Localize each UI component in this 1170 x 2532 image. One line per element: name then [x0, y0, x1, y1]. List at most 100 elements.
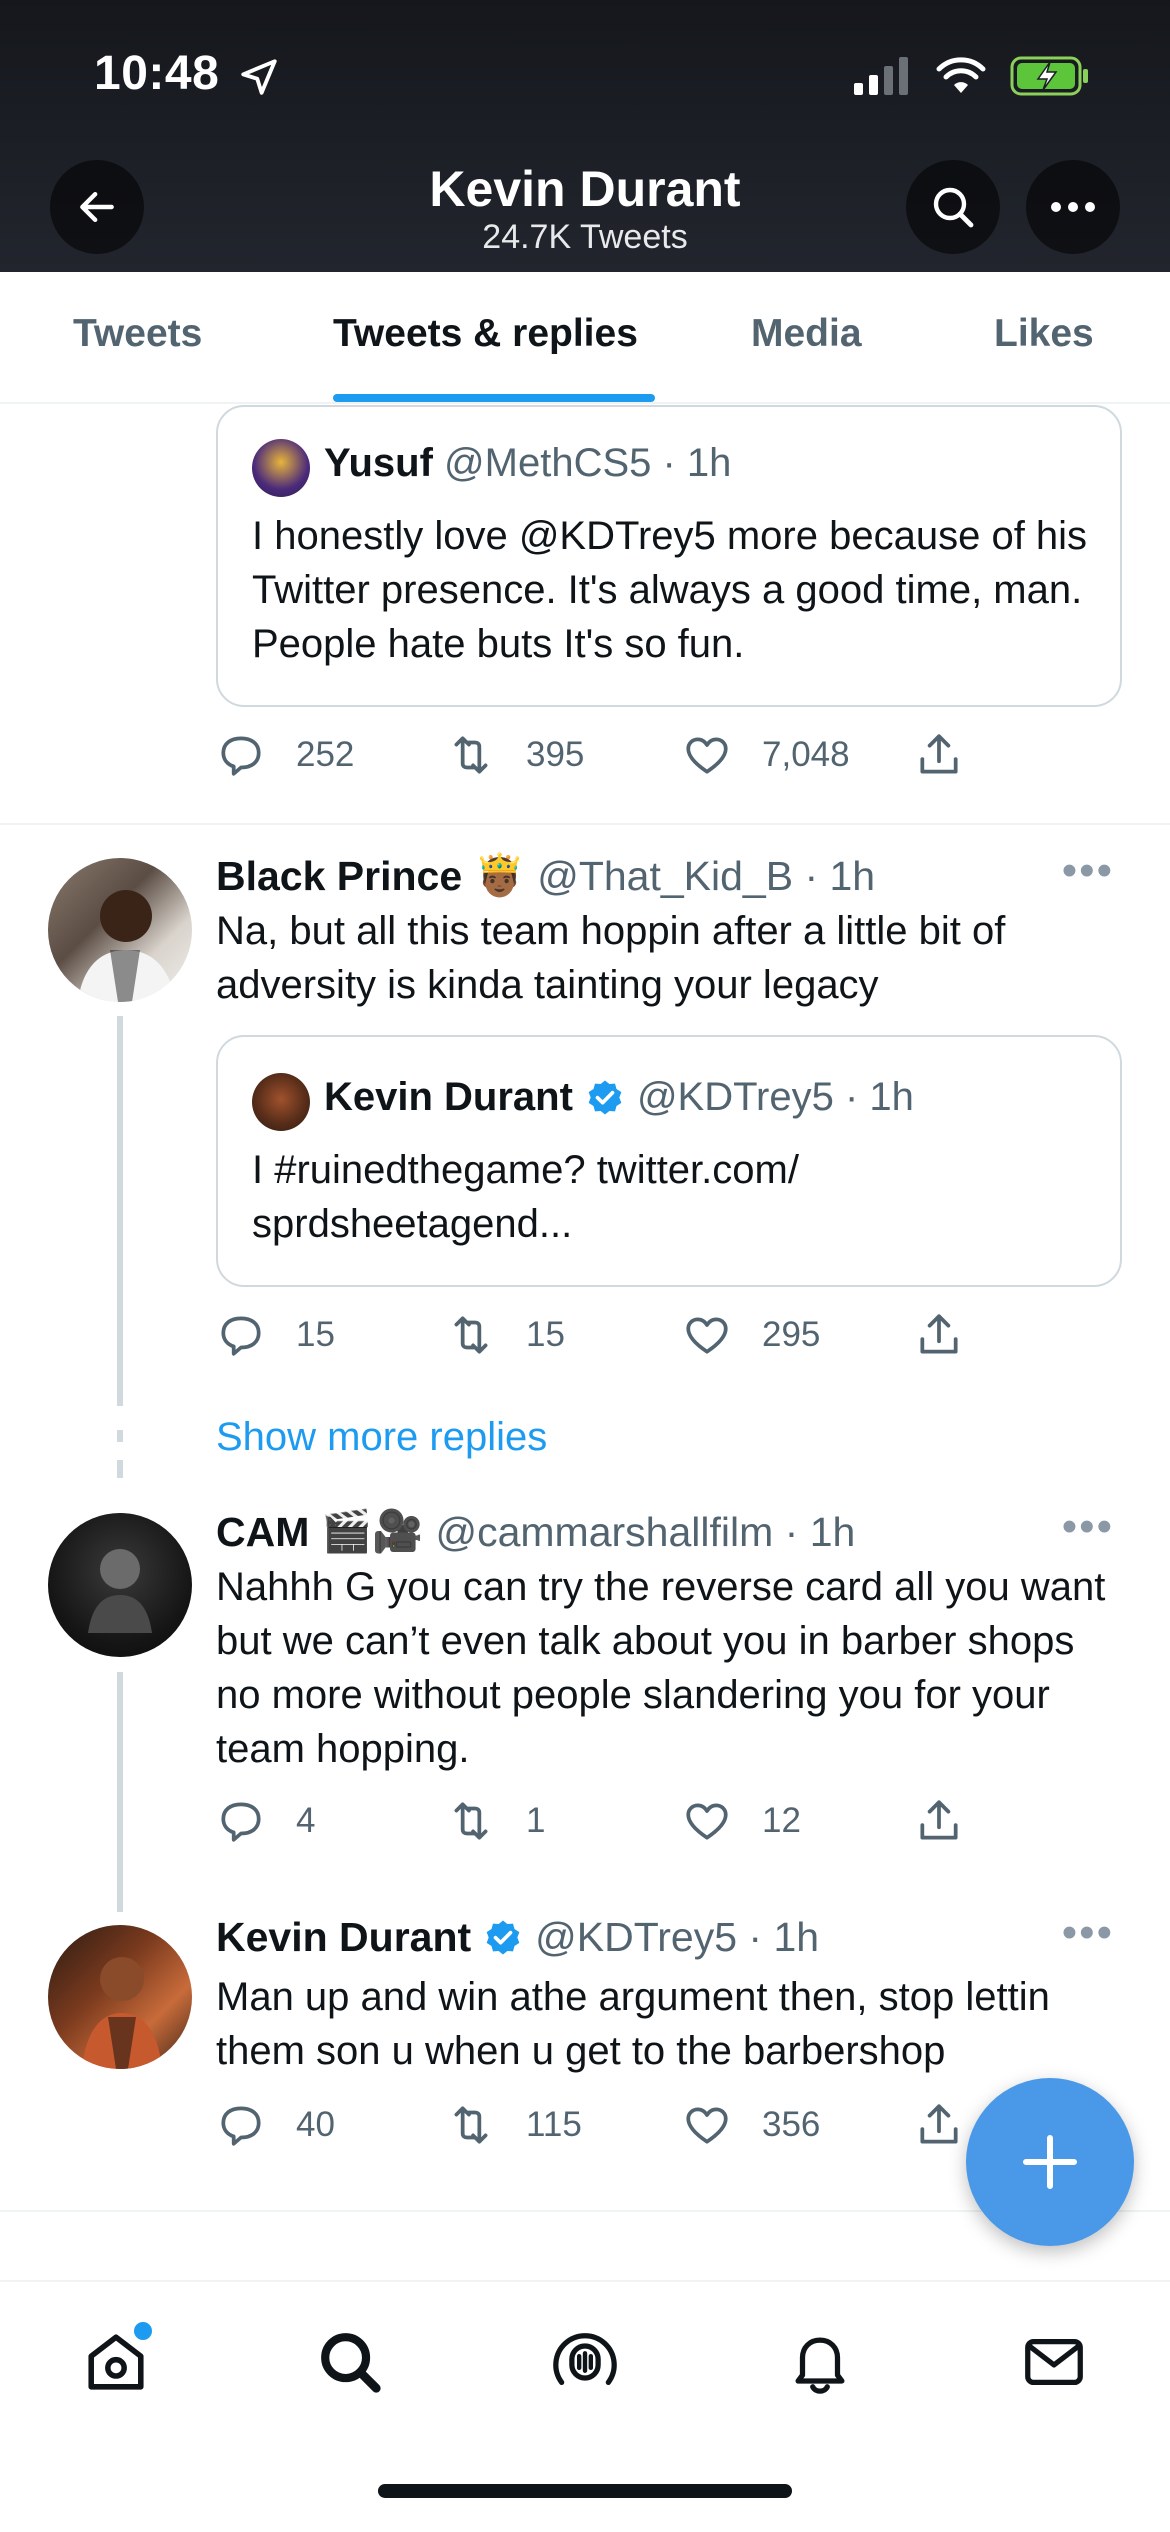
tab-likes[interactable]: Likes	[994, 312, 1094, 356]
tweet-more-icon[interactable]: •••	[1062, 1502, 1114, 1552]
retweet-count: 115	[526, 2105, 582, 2144]
tweet-divider	[0, 823, 1170, 825]
tab-tweets-and-replies[interactable]: Tweets & replies	[333, 312, 638, 356]
quoted-author-name: Kevin Durant	[324, 1075, 573, 1119]
reply-icon	[221, 1802, 261, 1842]
share-button[interactable]	[914, 2100, 964, 2150]
retweet-button[interactable]: 15	[446, 1310, 565, 1360]
like-button[interactable]: 7,048	[682, 730, 850, 780]
nav-spaces[interactable]	[545, 2322, 625, 2402]
home-indicator[interactable]	[378, 2484, 792, 2498]
compose-tweet-button[interactable]	[966, 2078, 1134, 2246]
reply-count: 252	[296, 735, 355, 774]
retweet-count: 1	[526, 1801, 546, 1840]
search-icon	[933, 187, 974, 228]
share-button[interactable]	[914, 1796, 964, 1846]
author-avatar[interactable]	[48, 1925, 192, 2069]
avatar-photo	[78, 890, 176, 1002]
avatar-photo	[88, 1549, 152, 1633]
search-button[interactable]	[906, 160, 1000, 254]
tweet-header: Black Prince 🤴🏾 @That_Kid_B · 1h	[216, 852, 875, 900]
reply-button[interactable]: 40	[216, 2100, 335, 2150]
quoted-author-handle: @KDTrey5 · 1h	[636, 1075, 914, 1119]
retweet-icon	[454, 736, 488, 774]
thread-line	[117, 1672, 123, 1912]
tweet-header: CAM 🎬🎥 @cammarshallfilm · 1h	[216, 1508, 855, 1556]
quoted-author-name: Yusuf	[324, 441, 433, 485]
author-avatar[interactable]	[48, 858, 192, 1002]
quoted-header: Yusuf @MethCS5 · 1h	[324, 441, 731, 486]
more-icon	[1051, 202, 1095, 212]
retweet-button[interactable]: 395	[446, 730, 584, 780]
location-arrow-icon	[241, 59, 277, 95]
nav-home[interactable]	[76, 2322, 156, 2402]
quoted-tweet-text: I honestly love @KDTrey5 more because of…	[252, 514, 1088, 666]
tab-media[interactable]: Media	[751, 312, 862, 356]
search-nav-icon	[321, 2333, 381, 2393]
reply-icon	[221, 1316, 261, 1356]
nav-search[interactable]	[310, 2322, 390, 2402]
film-emoji: 🎬🎥	[321, 1508, 424, 1554]
tab-tweets[interactable]: Tweets	[73, 312, 202, 356]
crown-emoji: 🤴🏾	[474, 852, 526, 898]
quoted-tweet-text: I #ruinedthegame? twitter.com/ sprdsheet…	[252, 1148, 799, 1246]
show-more-replies-link[interactable]: Show more replies	[216, 1415, 547, 1460]
reply-count: 4	[296, 1801, 316, 1840]
quoted-avatar	[252, 439, 310, 497]
reply-button[interactable]: 252	[216, 730, 354, 780]
retweet-count: 15	[526, 1315, 565, 1354]
more-button[interactable]	[1026, 160, 1120, 254]
author-name: Kevin Durant	[216, 1914, 472, 1960]
active-tab-indicator	[333, 394, 655, 402]
author-name: Black Prince	[216, 852, 463, 899]
like-button[interactable]: 12	[682, 1796, 801, 1846]
notifications-icon	[795, 2337, 845, 2394]
retweet-icon	[454, 1802, 488, 1840]
signal-icon	[854, 57, 908, 95]
like-count: 295	[762, 1315, 821, 1354]
messages-icon	[1025, 2338, 1083, 2386]
nav-messages[interactable]	[1014, 2322, 1094, 2402]
wifi-icon	[936, 57, 986, 93]
author-name: CAM	[216, 1508, 310, 1555]
like-icon	[686, 737, 728, 774]
spaces-icon	[553, 2333, 617, 2386]
share-button[interactable]	[914, 730, 964, 780]
status-time: 10:48	[94, 47, 220, 100]
twitter-profile-screen: 10:48 Kevin Durant 24.7K Tweets Tweets T…	[0, 0, 1170, 2532]
verified-badge-icon	[588, 1080, 622, 1114]
retweet-button[interactable]: 1	[446, 1796, 545, 1846]
thread-line	[117, 1016, 123, 1406]
status-icons	[854, 56, 1090, 96]
share-icon	[920, 2104, 958, 2144]
share-button[interactable]	[914, 1310, 964, 1360]
tweet-more-icon[interactable]: •••	[1062, 1908, 1114, 1958]
share-icon	[920, 1314, 958, 1354]
nav-notifications[interactable]	[780, 2322, 860, 2402]
profile-header: 10:48 Kevin Durant 24.7K Tweets	[0, 0, 1170, 272]
notification-dot	[134, 2322, 152, 2340]
author-handle: @cammarshallfilm · 1h	[435, 1508, 856, 1555]
tweet-text: Na, but all this team hoppin after a lit…	[216, 909, 1006, 1007]
quoted-tweet-card[interactable]: Kevin Durant @KDTrey5 · 1h I #ruinedtheg…	[216, 1035, 1122, 1287]
like-button[interactable]: 295	[682, 1310, 820, 1360]
retweet-count: 395	[526, 735, 585, 774]
reply-button[interactable]: 15	[216, 1310, 335, 1360]
retweet-button[interactable]: 115	[446, 2100, 582, 2150]
author-avatar[interactable]	[48, 1513, 192, 1657]
reply-button[interactable]: 4	[216, 1796, 315, 1846]
like-icon	[686, 2107, 728, 2144]
quoted-avatar	[252, 1073, 310, 1131]
tweet-more-icon[interactable]: •••	[1062, 846, 1114, 896]
quoted-header: Kevin Durant @KDTrey5 · 1h	[324, 1075, 914, 1120]
reply-icon	[221, 2106, 261, 2146]
author-handle: @KDTrey5 · 1h	[535, 1914, 820, 1960]
like-button[interactable]: 356	[682, 2100, 820, 2150]
quoted-tweet-card[interactable]: Yusuf @MethCS5 · 1h I honestly love @KDT…	[216, 405, 1122, 707]
like-count: 7,048	[762, 735, 850, 774]
reply-icon	[221, 736, 261, 776]
avatar-photo	[82, 1957, 162, 2069]
author-handle: @That_Kid_B · 1h	[537, 852, 876, 899]
reply-count: 15	[296, 1315, 335, 1354]
quoted-author-handle: @MethCS5 · 1h	[444, 441, 732, 485]
